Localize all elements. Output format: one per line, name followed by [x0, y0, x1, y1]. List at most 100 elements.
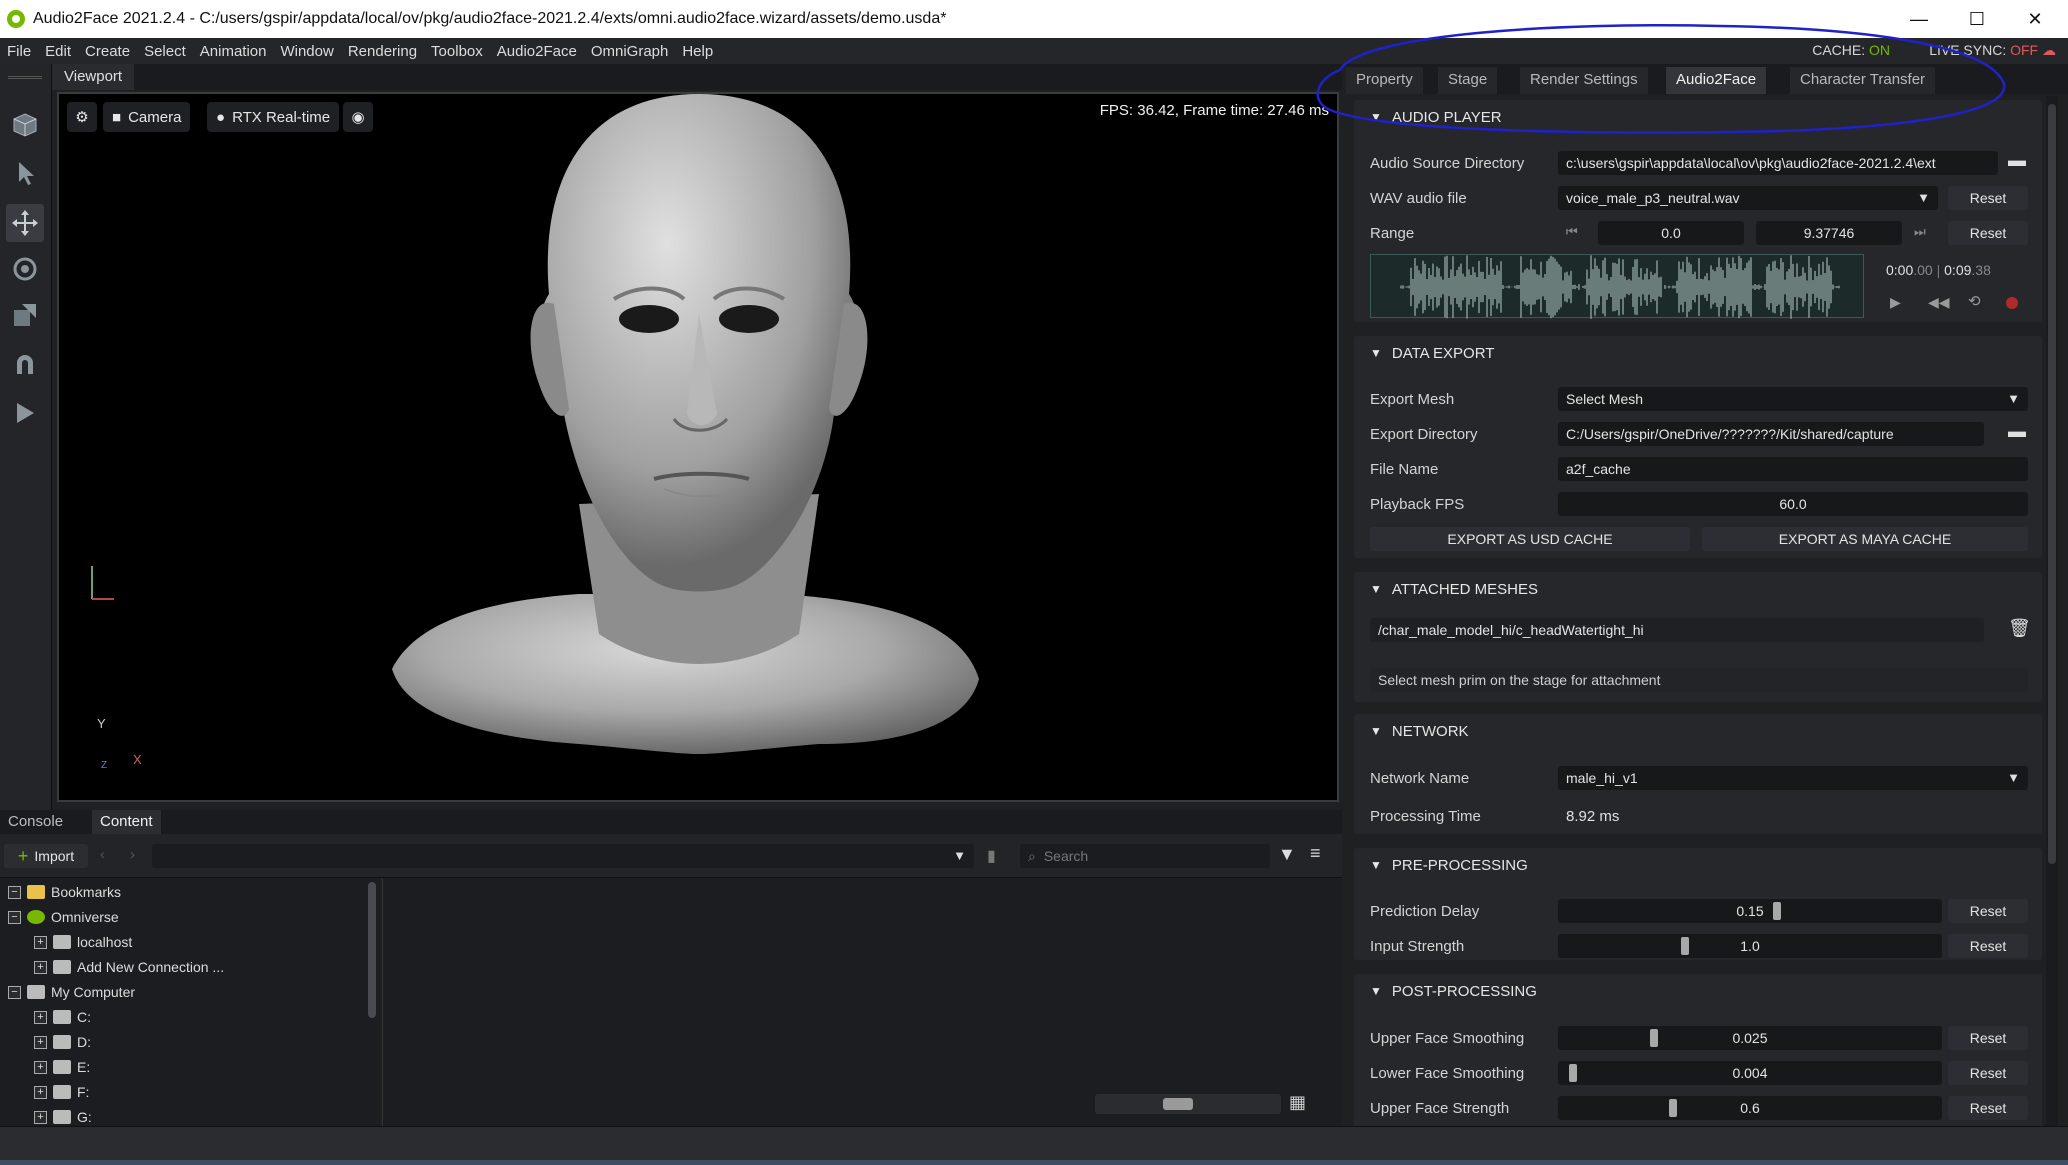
tab-content[interactable]: Content: [92, 810, 161, 834]
skip-start-icon[interactable]: ⏮: [1566, 224, 1578, 240]
path-field[interactable]: ▼: [152, 844, 974, 868]
menu-toolbox[interactable]: Toolbox: [424, 43, 490, 60]
upper-face-smoothing-handle[interactable]: [1650, 1029, 1658, 1047]
network-header[interactable]: ▼ NETWORK: [1354, 714, 1469, 748]
menu-omnigraph[interactable]: OmniGraph: [584, 43, 676, 60]
upper-face-strength-reset-button[interactable]: Reset: [1948, 1096, 2028, 1120]
viewport-canvas[interactable]: ⚙ ■ Camera ● RTX Real-time ◉ FPS: 36.42, F…: [57, 92, 1339, 802]
lower-face-smoothing-reset-button[interactable]: Reset: [1948, 1061, 2028, 1085]
upper-face-smoothing-reset-button[interactable]: Reset: [1948, 1026, 2028, 1050]
scale-tool[interactable]: [10, 300, 40, 330]
panel-scroll-thumb[interactable]: [2048, 104, 2056, 864]
expand-toggle-icon[interactable]: +: [34, 1085, 47, 1099]
move-tool[interactable]: [6, 204, 44, 242]
upper-face-smoothing-slider[interactable]: 0.025: [1558, 1026, 1942, 1050]
expand-toggle-icon[interactable]: +: [34, 960, 47, 974]
viewport-settings-button[interactable]: ⚙: [67, 102, 97, 132]
tree-item[interactable]: − Bookmarks: [8, 880, 121, 904]
prediction-delay-slider[interactable]: 0.15: [1558, 899, 1942, 923]
menu-audio2face[interactable]: Audio2Face: [490, 43, 584, 60]
tree-scrollbar[interactable]: [368, 882, 376, 1018]
content-grid[interactable]: ▦: [382, 878, 1342, 1126]
expand-toggle-icon[interactable]: +: [34, 1060, 47, 1074]
tree-item[interactable]: + D:: [34, 1030, 91, 1054]
pre-processing-header[interactable]: ▼ PRE-PROCESSING: [1354, 848, 1528, 882]
grid-view-icon[interactable]: ▦: [1289, 1092, 1306, 1113]
range-end-field[interactable]: 9.37746: [1756, 221, 1902, 245]
lower-face-smoothing-handle[interactable]: [1569, 1064, 1578, 1082]
thumbnail-size-slider[interactable]: [1095, 1094, 1281, 1114]
menu-create[interactable]: Create: [78, 43, 137, 60]
upper-face-strength-handle[interactable]: [1669, 1099, 1678, 1117]
record-icon[interactable]: [2006, 297, 2018, 309]
expand-toggle-icon[interactable]: +: [34, 1035, 47, 1049]
rewind-icon[interactable]: ◀◀: [1928, 294, 1950, 311]
attached-meshes-header[interactable]: ▼ ATTACHED MESHES: [1354, 572, 1538, 606]
filter-icon[interactable]: ▼: [1278, 844, 1296, 865]
audio-waveform[interactable]: [1370, 254, 1864, 319]
menu-window[interactable]: Window: [273, 43, 340, 60]
play-button-icon[interactable]: ▶: [1890, 294, 1901, 311]
trash-icon[interactable]: 🗑: [2008, 618, 2031, 639]
select-tool[interactable]: [10, 158, 40, 188]
skip-end-icon[interactable]: ⏭: [1914, 224, 1926, 240]
bookmark-add-icon[interactable]: ▮: [987, 846, 996, 866]
expand-toggle-icon[interactable]: −: [8, 885, 21, 899]
export-usd-cache-button[interactable]: EXPORT AS USD CACHE: [1370, 527, 1690, 551]
expand-toggle-icon[interactable]: +: [34, 935, 47, 949]
menu-file[interactable]: File: [0, 43, 38, 60]
export-mesh-dropdown[interactable]: Select Mesh ▼: [1558, 387, 2028, 411]
menu-lines-icon[interactable]: ≡: [1310, 843, 1321, 864]
expand-toggle-icon[interactable]: −: [8, 985, 21, 999]
rotate-tool[interactable]: [10, 254, 40, 284]
close-button[interactable]: ✕: [2006, 0, 2064, 38]
tree-item[interactable]: − Omniverse: [8, 905, 119, 929]
tree-item[interactable]: − My Computer: [8, 980, 135, 1004]
snap-tool[interactable]: [10, 350, 40, 380]
folder-icon[interactable]: ▬: [2008, 150, 2026, 171]
play-tool[interactable]: [10, 398, 40, 428]
post-processing-header[interactable]: ▼ POST-PROCESSING: [1354, 974, 1537, 1008]
input-strength-slider[interactable]: 1.0: [1558, 934, 1942, 958]
export-maya-cache-button[interactable]: EXPORT AS MAYA CACHE: [1702, 527, 2028, 551]
import-button[interactable]: + Import: [4, 844, 88, 868]
data-export-header[interactable]: ▼ DATA EXPORT: [1354, 336, 1494, 370]
camera-button[interactable]: ■ Camera: [103, 102, 191, 132]
wav-audio-file-dropdown[interactable]: voice_male_p3_neutral.wav ▼: [1558, 186, 1938, 210]
export-directory-field[interactable]: C:/Users/gspir/OneDrive/???????/Kit/shar…: [1558, 422, 1984, 446]
expand-toggle-icon[interactable]: −: [8, 910, 21, 924]
menu-rendering[interactable]: Rendering: [341, 43, 424, 60]
select-prim-tool[interactable]: [10, 110, 40, 140]
tree-item[interactable]: + Add New Connection ...: [34, 955, 224, 979]
playback-fps-field[interactable]: 60.0: [1558, 492, 2028, 516]
expand-toggle-icon[interactable]: +: [34, 1110, 47, 1124]
audio-source-directory-field[interactable]: c:\users\gspir\appdata\local\ov\pkg\audi…: [1558, 151, 1998, 175]
attached-mesh-path[interactable]: /char_male_model_hi/c_headWatertight_hi: [1370, 618, 1984, 642]
thumbnail-size-handle[interactable]: [1163, 1098, 1193, 1110]
tab-console[interactable]: Console: [0, 810, 71, 834]
file-name-field[interactable]: a2f_cache: [1558, 457, 2028, 481]
tree-item[interactable]: + E:: [34, 1055, 90, 1079]
range-start-field[interactable]: 0.0: [1598, 221, 1744, 245]
wav-reset-button[interactable]: Reset: [1948, 186, 2028, 210]
back-arrow-icon[interactable]: ‹: [100, 846, 105, 863]
prediction-delay-reset-button[interactable]: Reset: [1948, 899, 2028, 923]
search-input[interactable]: ⌕ Search: [1020, 844, 1270, 868]
input-strength-reset-button[interactable]: Reset: [1948, 934, 2028, 958]
menu-help[interactable]: Help: [675, 43, 720, 60]
prediction-delay-handle[interactable]: [1772, 902, 1781, 920]
tree-item[interactable]: + G:: [34, 1105, 92, 1126]
forward-arrow-icon[interactable]: ›: [130, 846, 135, 863]
expand-toggle-icon[interactable]: +: [34, 1010, 47, 1024]
visibility-button[interactable]: ◉: [343, 102, 373, 132]
tree-item[interactable]: + F:: [34, 1080, 89, 1104]
range-reset-button[interactable]: Reset: [1948, 221, 2028, 245]
menu-edit[interactable]: Edit: [38, 43, 78, 60]
input-strength-handle[interactable]: [1680, 937, 1689, 955]
network-name-dropdown[interactable]: male_hi_v1 ▼: [1558, 766, 2028, 790]
renderer-button[interactable]: ● RTX Real-time: [207, 102, 340, 132]
menu-select[interactable]: Select: [137, 43, 193, 60]
tree-item[interactable]: + C:: [34, 1005, 91, 1029]
loop-icon[interactable]: ⟲: [1968, 292, 1981, 310]
menu-animation[interactable]: Animation: [193, 43, 274, 60]
